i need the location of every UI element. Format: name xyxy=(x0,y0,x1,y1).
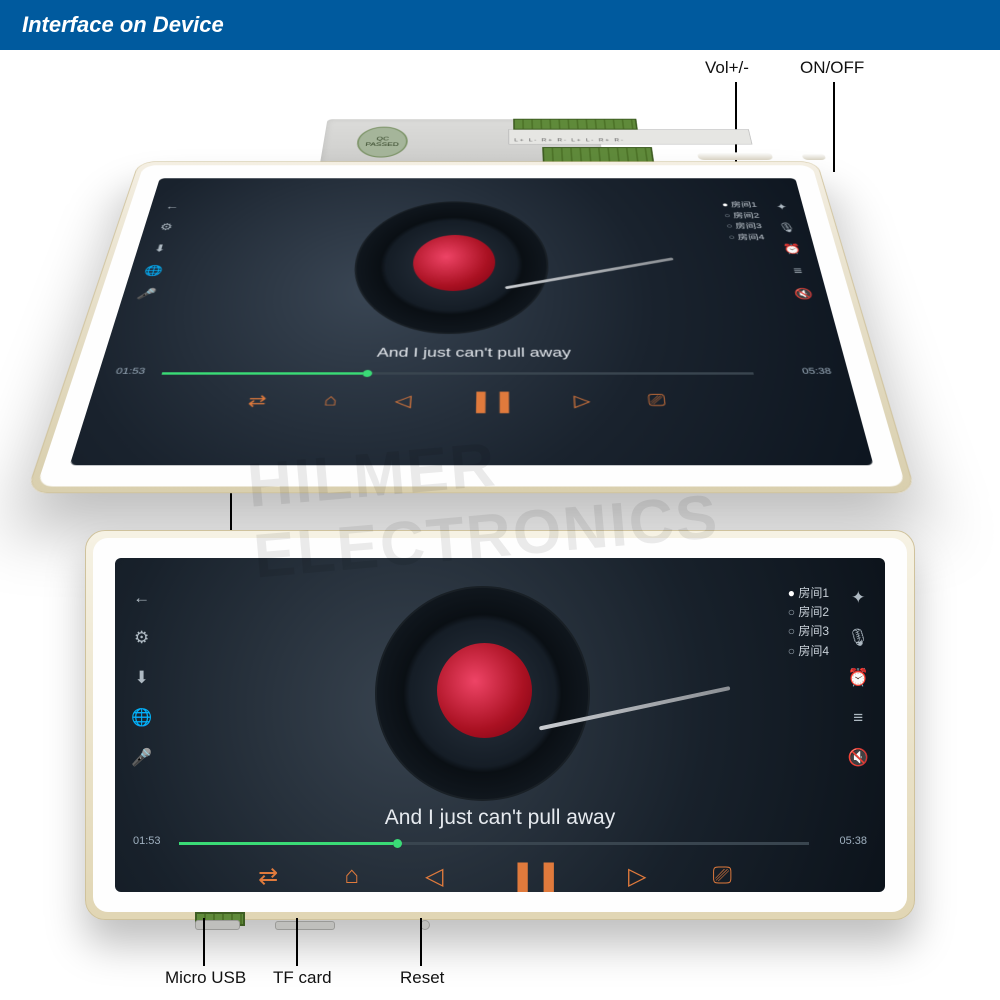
globe-icon[interactable]: 🌐 xyxy=(131,708,152,728)
tf-card-slot[interactable] xyxy=(275,921,335,930)
next-track-icon[interactable]: ▷ xyxy=(628,862,646,891)
front-device-view: ← ⚙ ⬇ 🌐 🎤 房间1 房间2 房间3 房间4 ✦ 🎙 ⏰ ≡ 🔇 xyxy=(85,530,915,920)
terminal-row: L+ L- R+ R- L+ L- R+ R- xyxy=(508,129,752,144)
download-icon[interactable]: ⬇ xyxy=(134,668,148,688)
top-device-view: QC PASSED L+ L- R+ R- L+ L- R+ R- ← ⚙ ⬇ … xyxy=(70,75,930,445)
prev-track-icon[interactable]: ◁ xyxy=(394,391,412,412)
mic-icon[interactable]: 🎤 xyxy=(135,288,157,301)
volume-rocker[interactable] xyxy=(697,152,773,160)
lyric-line: And I just can't pull away xyxy=(103,345,846,360)
transport-controls: ⇄ ⌂ ◁ ❚❚ ▷ ⎚ xyxy=(217,388,697,414)
callout-line xyxy=(203,918,205,966)
port-strip xyxy=(195,912,595,934)
pause-icon[interactable]: ❚❚ xyxy=(469,388,516,414)
time-elapsed: 01:53 xyxy=(115,367,147,376)
mute-icon[interactable]: 🔇 xyxy=(848,748,869,768)
room-item[interactable]: 房间3 xyxy=(788,622,829,641)
mute-icon[interactable]: 🔇 xyxy=(793,288,815,301)
room-list[interactable]: 房间1 房间2 房间3 房间4 xyxy=(788,584,829,661)
globe-icon[interactable]: 🌐 xyxy=(143,265,165,277)
settings-icon[interactable]: ⚙ xyxy=(158,221,174,232)
next-track-icon[interactable]: ▷ xyxy=(573,391,591,412)
clock-icon[interactable]: ⏰ xyxy=(848,668,869,688)
room-list[interactable]: 房间1 房间2 房间3 房间4 xyxy=(721,200,766,243)
back-icon[interactable]: ← xyxy=(133,588,150,608)
left-icon-column: ← ⚙ ⬇ 🌐 🎤 xyxy=(131,588,152,768)
callout-line xyxy=(296,918,298,966)
back-icon[interactable]: ← xyxy=(164,201,181,211)
time-total: 05:38 xyxy=(839,835,867,847)
power-button[interactable] xyxy=(802,154,827,161)
touch-screen[interactable]: ← ⚙ ⬇ 🌐 🎤 房间1 房间2 房间3 房间4 ✦ 🎙 ⏰ ≡ xyxy=(70,178,874,465)
page-title: Interface on Device xyxy=(22,12,224,37)
mic2-icon[interactable]: 🎙 xyxy=(847,628,869,648)
progress-bar[interactable] xyxy=(162,372,754,374)
room-item[interactable]: 房间2 xyxy=(788,603,829,622)
lyric-line: And I just can't pull away xyxy=(115,806,885,830)
album-art xyxy=(411,235,495,291)
terminal-connector xyxy=(513,119,638,130)
room-item[interactable]: 房间3 xyxy=(725,221,763,232)
room-item[interactable]: 房间1 xyxy=(721,200,758,210)
album-art xyxy=(437,643,532,738)
list-icon[interactable]: ≡ xyxy=(792,265,803,276)
right-icon-column: ✦ 🎙 ⏰ ≡ 🔇 xyxy=(847,588,869,768)
label-microusb: Micro USB xyxy=(165,968,246,988)
qc-sticker: QC PASSED xyxy=(355,127,409,158)
room-item[interactable]: 房间2 xyxy=(723,211,760,222)
shuffle-icon[interactable]: ⇄ xyxy=(246,391,268,412)
equalizer-icon[interactable]: ⎚ xyxy=(647,391,667,410)
room-item[interactable]: 房间4 xyxy=(728,232,766,243)
clock-icon[interactable]: ⏰ xyxy=(782,243,803,255)
share-icon[interactable]: ✦ xyxy=(774,201,788,212)
time-total: 05:38 xyxy=(801,367,832,376)
time-elapsed: 01:53 xyxy=(133,835,161,847)
mic-icon[interactable]: 🎤 xyxy=(131,748,152,768)
transport-controls: ⇄ ⌂ ◁ ❚❚ ▷ ⎚ xyxy=(225,858,765,892)
pause-icon[interactable]: ❚❚ xyxy=(510,858,562,892)
label-tfcard: TF card xyxy=(273,968,332,988)
settings-icon[interactable]: ⚙ xyxy=(134,628,149,648)
room-item[interactable]: 房间4 xyxy=(788,642,829,661)
equalizer-icon[interactable]: ⎚ xyxy=(713,862,732,890)
callout-line xyxy=(420,918,422,966)
room-item[interactable]: 房间1 xyxy=(788,584,829,603)
home-icon[interactable]: ⌂ xyxy=(344,862,359,890)
prev-track-icon[interactable]: ◁ xyxy=(425,862,443,891)
list-icon[interactable]: ≡ xyxy=(853,708,863,728)
share-icon[interactable]: ✦ xyxy=(851,588,865,608)
home-icon[interactable]: ⌂ xyxy=(323,391,339,410)
header-bar: Interface on Device xyxy=(0,0,1000,50)
label-reset: Reset xyxy=(400,968,444,988)
mic2-icon[interactable]: 🎙 xyxy=(777,222,798,233)
progress-bar[interactable] xyxy=(179,842,809,845)
terminal-labels: L+ L- R+ R- L+ L- R+ R- xyxy=(514,138,625,143)
shuffle-icon[interactable]: ⇄ xyxy=(258,862,278,891)
download-icon[interactable]: ⬇ xyxy=(152,243,167,255)
touch-screen[interactable]: ← ⚙ ⬇ 🌐 🎤 房间1 房间2 房间3 房间4 ✦ 🎙 ⏰ ≡ 🔇 xyxy=(115,558,885,892)
micro-usb-port[interactable] xyxy=(195,920,240,930)
